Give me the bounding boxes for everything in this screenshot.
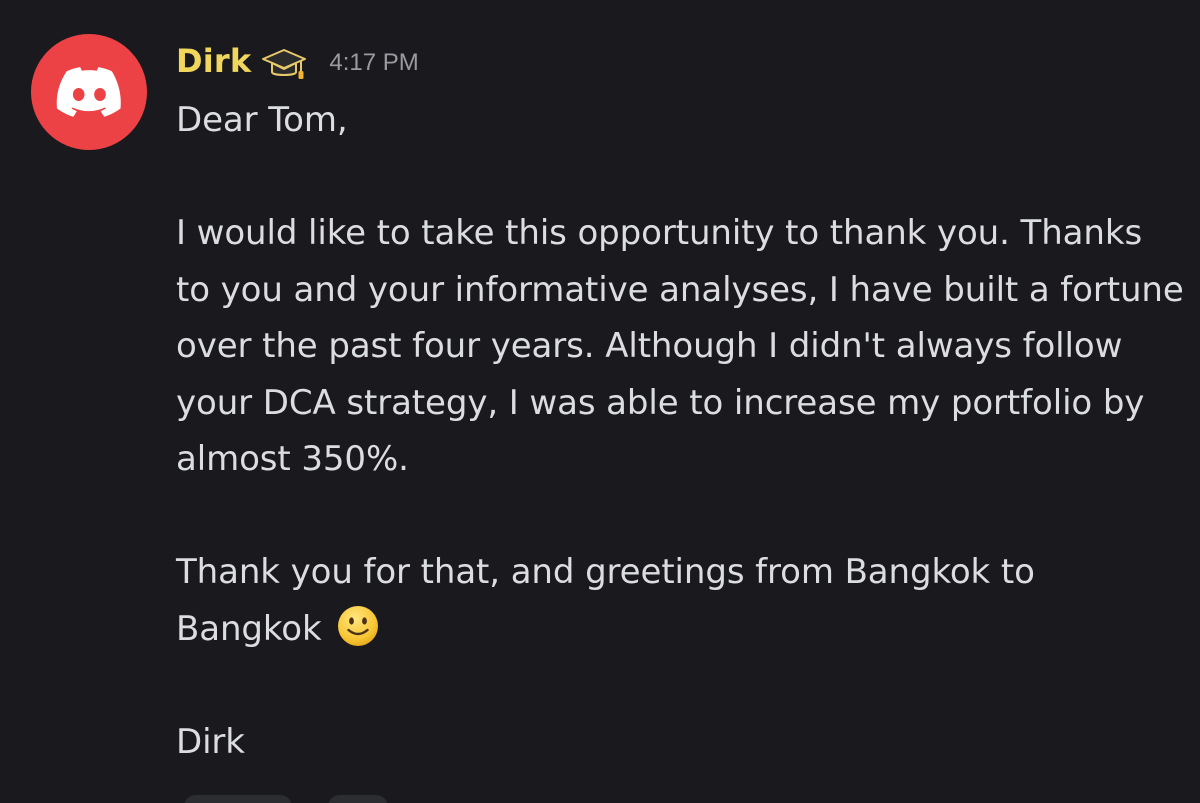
closing-text: Thank you for that, and greetings from B… <box>176 552 1046 649</box>
discord-logo-icon <box>56 67 121 117</box>
signature: Dirk <box>176 721 245 762</box>
timestamp: 4:17 PM <box>329 49 419 76</box>
avatar[interactable] <box>31 34 147 150</box>
username[interactable]: Dirk <box>176 42 251 80</box>
greeting-paragraph: Dear Tom, <box>176 100 348 140</box>
reactions-bar <box>184 795 388 803</box>
closing-paragraph: Thank you for that, and greetings from B… <box>176 544 1186 657</box>
graduation-cap-icon <box>262 49 307 79</box>
chat-message: Dirk 4:17 PM Dear Tom, I would like to t… <box>0 0 1200 803</box>
reaction-chip[interactable] <box>184 795 292 803</box>
slightly-smiling-face-icon <box>338 605 379 646</box>
body-paragraph: I would like to take this opportunity to… <box>176 213 1195 479</box>
message-header: Dirk 4:17 PM <box>176 38 419 84</box>
reaction-chip[interactable] <box>328 795 388 803</box>
message-body: Dear Tom, I would like to take this oppo… <box>176 92 1186 770</box>
